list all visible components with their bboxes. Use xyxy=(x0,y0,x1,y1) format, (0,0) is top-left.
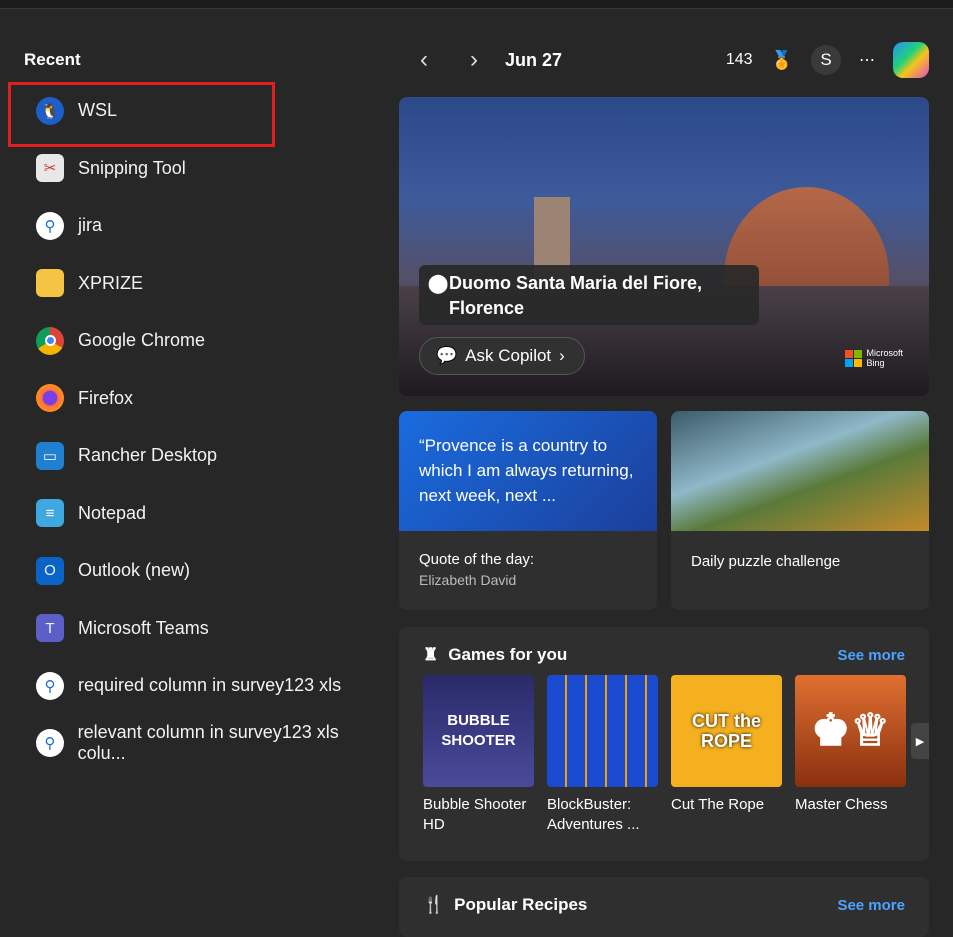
folder-icon xyxy=(36,269,64,298)
chat-icon: 💬 xyxy=(436,346,458,365)
location-caption[interactable]: ⬤ Duomo Santa Maria del Fiore, Florence xyxy=(419,265,759,325)
header: ‹ › Jun 27 143 🏅 S ⋯ xyxy=(399,40,929,80)
puzzle-label: Daily puzzle challenge xyxy=(691,553,841,570)
games-title: Games for you xyxy=(448,645,568,664)
game-name: Bubble Shooter HD xyxy=(423,796,527,833)
item-label: Firefox xyxy=(78,387,134,408)
microsoft-bing-logo: Microsoft Bing xyxy=(845,348,903,368)
recent-item-xprize[interactable]: XPRIZE xyxy=(8,255,388,313)
brand-text: Microsoft xyxy=(866,348,903,358)
game-art: CUT the ROPE xyxy=(671,675,782,787)
search-icon: ⚲ xyxy=(36,211,64,240)
quote-author: Elizabeth David xyxy=(419,572,517,588)
recipes-see-more-link[interactable]: See more xyxy=(837,897,905,914)
scissors-icon: ✂ xyxy=(36,154,64,183)
recent-item-teams[interactable]: T Microsoft Teams xyxy=(8,600,388,658)
item-label: relevant column in survey123 xls colu... xyxy=(77,722,339,764)
recipes-card: 🍴 Popular Recipes See more xyxy=(399,877,929,937)
item-label: Snipping Tool xyxy=(78,157,186,178)
chevron-left-icon[interactable]: ‹ xyxy=(399,46,449,74)
search-icon: ⚲ xyxy=(36,671,64,700)
ask-label: Ask Copilot xyxy=(465,346,552,365)
game-art: ♚♕ xyxy=(795,675,906,787)
recipes-title: Popular Recipes xyxy=(454,895,588,914)
outlook-icon: O xyxy=(36,556,64,585)
game-tile[interactable]: BlockBuster: Adventures ... xyxy=(547,675,658,835)
location-text: Duomo Santa Maria del Fiore, Florence xyxy=(449,273,703,318)
game-tile[interactable]: ♚♕ Master Chess xyxy=(795,675,906,835)
games-see-more-link[interactable]: See more xyxy=(837,647,905,664)
rewards-medal-icon[interactable]: 🏅 xyxy=(771,50,793,71)
recent-item-rancher[interactable]: ▭ Rancher Desktop xyxy=(8,427,388,485)
quote-label: Quote of the day: xyxy=(419,551,535,568)
avatar[interactable]: S xyxy=(811,45,841,75)
item-label: XPRIZE xyxy=(78,272,144,293)
more-options-button[interactable]: ⋯ xyxy=(859,50,875,70)
puzzle-card[interactable]: Daily puzzle challenge xyxy=(671,411,929,610)
rancher-icon: ▭ xyxy=(36,441,64,470)
date-label: Jun 27 xyxy=(505,49,563,70)
game-name: Cut The Rope xyxy=(671,796,765,813)
games-card: ♜ Games for you See more BUBBLE SHOOTER Bub… xyxy=(399,627,929,861)
recent-item-snipping-tool[interactable]: ✂ Snipping Tool xyxy=(8,140,388,198)
item-label: Microsoft Teams xyxy=(78,617,209,638)
ask-copilot-button[interactable]: 💬 Ask Copilot › xyxy=(419,337,585,375)
notepad-icon: ≡ xyxy=(36,499,64,528)
firefox-icon xyxy=(36,384,64,413)
quote-card[interactable]: “Provence is a country to which I am alw… xyxy=(399,411,657,610)
item-label: Rancher Desktop xyxy=(78,445,218,466)
item-label: Outlook (new) xyxy=(78,560,191,581)
recent-item-chrome[interactable]: Google Chrome xyxy=(8,312,388,370)
item-label: jira xyxy=(78,215,103,236)
selection-highlight xyxy=(8,82,275,147)
hero-image-card[interactable]: ⬤ Duomo Santa Maria del Fiore, Florence 💬… xyxy=(399,97,929,396)
recent-heading: Recent xyxy=(24,50,81,69)
game-tile[interactable]: CUT the ROPE Cut The Rope xyxy=(671,675,782,835)
recent-item-search-required[interactable]: ⚲ required column in survey123 xls xyxy=(8,657,388,715)
teams-icon: T xyxy=(36,614,64,643)
rewards-points[interactable]: 143 xyxy=(726,51,753,69)
title-strip xyxy=(0,0,953,9)
chevron-right-icon[interactable]: › xyxy=(449,46,499,74)
game-name: Master Chess xyxy=(795,796,888,813)
recent-item-firefox[interactable]: Firefox xyxy=(8,370,388,428)
location-pin-icon: ⬤ xyxy=(428,273,449,293)
item-label: Google Chrome xyxy=(78,330,206,351)
game-name: BlockBuster: Adventures ... xyxy=(547,796,640,833)
recent-item-notepad[interactable]: ≡ Notepad xyxy=(8,485,388,543)
game-tile[interactable]: BUBBLE SHOOTER Bubble Shooter HD xyxy=(423,675,534,835)
recent-item-jira[interactable]: ⚲ jira xyxy=(8,197,388,255)
fork-knife-icon: 🍴 xyxy=(423,895,445,914)
recent-item-search-relevant[interactable]: ⚲ relevant column in survey123 xls colu..… xyxy=(8,715,388,773)
recent-list: 🐧 WSL ✂ Snipping Tool ⚲ jira XPRIZE Google … xyxy=(8,82,388,772)
chevron-right-icon: › xyxy=(559,346,565,365)
puzzle-image xyxy=(671,411,929,531)
game-art xyxy=(547,675,658,787)
item-label: Notepad xyxy=(78,502,147,523)
game-art: BUBBLE SHOOTER xyxy=(423,675,534,787)
recent-item-outlook[interactable]: O Outlook (new) xyxy=(8,542,388,600)
item-label: required column in survey123 xls xyxy=(78,675,342,696)
brand-text: Bing xyxy=(866,358,885,368)
quote-text: “Provence is a country to which I am alw… xyxy=(399,411,657,531)
games-icon: ♜ xyxy=(423,645,439,664)
search-icon: ⚲ xyxy=(36,729,64,758)
chrome-icon xyxy=(36,326,64,355)
copilot-icon[interactable] xyxy=(893,42,929,78)
scroll-right-arrow[interactable]: ▶ xyxy=(911,723,929,759)
